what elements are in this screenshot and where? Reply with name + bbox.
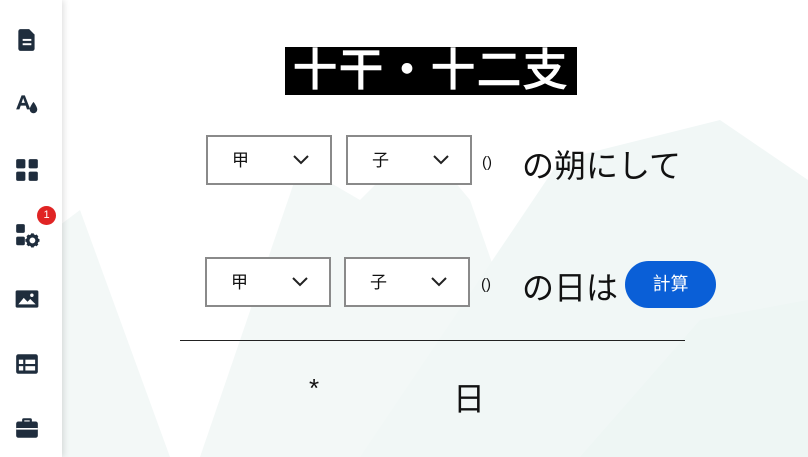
sidebar-item-image[interactable] [10,282,44,316]
grid-icon [16,159,38,181]
sidebar: 1 [0,0,62,457]
main-content: 十干・十二支 甲 子 () の朔にして 甲 子 () の日は 計算 * 日 [0,0,808,457]
branch-select-2-value: 子 [370,273,387,293]
result-unit-day: 日 [453,380,486,418]
notification-badge: 1 [37,206,56,225]
reading-paren-1: () [482,154,492,171]
sidebar-item-table[interactable] [10,347,44,381]
page-title: 十干・十二支 [285,47,577,95]
stem-select-1[interactable]: 甲 [206,135,332,185]
text-color-icon [16,95,38,114]
image-icon [15,290,39,308]
result-value: * [309,373,320,403]
sidebar-item-grid[interactable] [10,153,44,187]
phrase-day: の日は [522,269,619,307]
extensions-icon [16,224,40,248]
divider [180,340,685,341]
chevron-down-icon [431,277,447,287]
document-icon [18,29,35,51]
chevron-down-icon [293,155,309,165]
briefcase-icon [16,418,38,438]
stem-select-2-value: 甲 [231,273,248,293]
chevron-down-icon [433,155,449,165]
sidebar-item-extensions[interactable] [10,218,44,252]
stem-select-1-value: 甲 [232,151,249,171]
chevron-down-icon [292,277,308,287]
calculate-button[interactable]: 計算 [625,261,716,308]
stem-select-2[interactable]: 甲 [205,257,331,307]
table-icon [16,354,38,374]
reading-paren-2: () [481,276,491,293]
sidebar-item-text-color[interactable] [10,87,44,121]
branch-select-1[interactable]: 子 [346,135,472,185]
sidebar-item-document[interactable] [10,23,44,57]
branch-select-1-value: 子 [372,151,389,171]
app-root: 1 十干・十二支 甲 子 () の朔にして 甲 子 () の日は 計算 * 日 [0,0,808,457]
branch-select-2[interactable]: 子 [344,257,470,307]
sidebar-item-briefcase[interactable] [10,411,44,445]
phrase-new-moon: の朔にして [522,147,682,185]
